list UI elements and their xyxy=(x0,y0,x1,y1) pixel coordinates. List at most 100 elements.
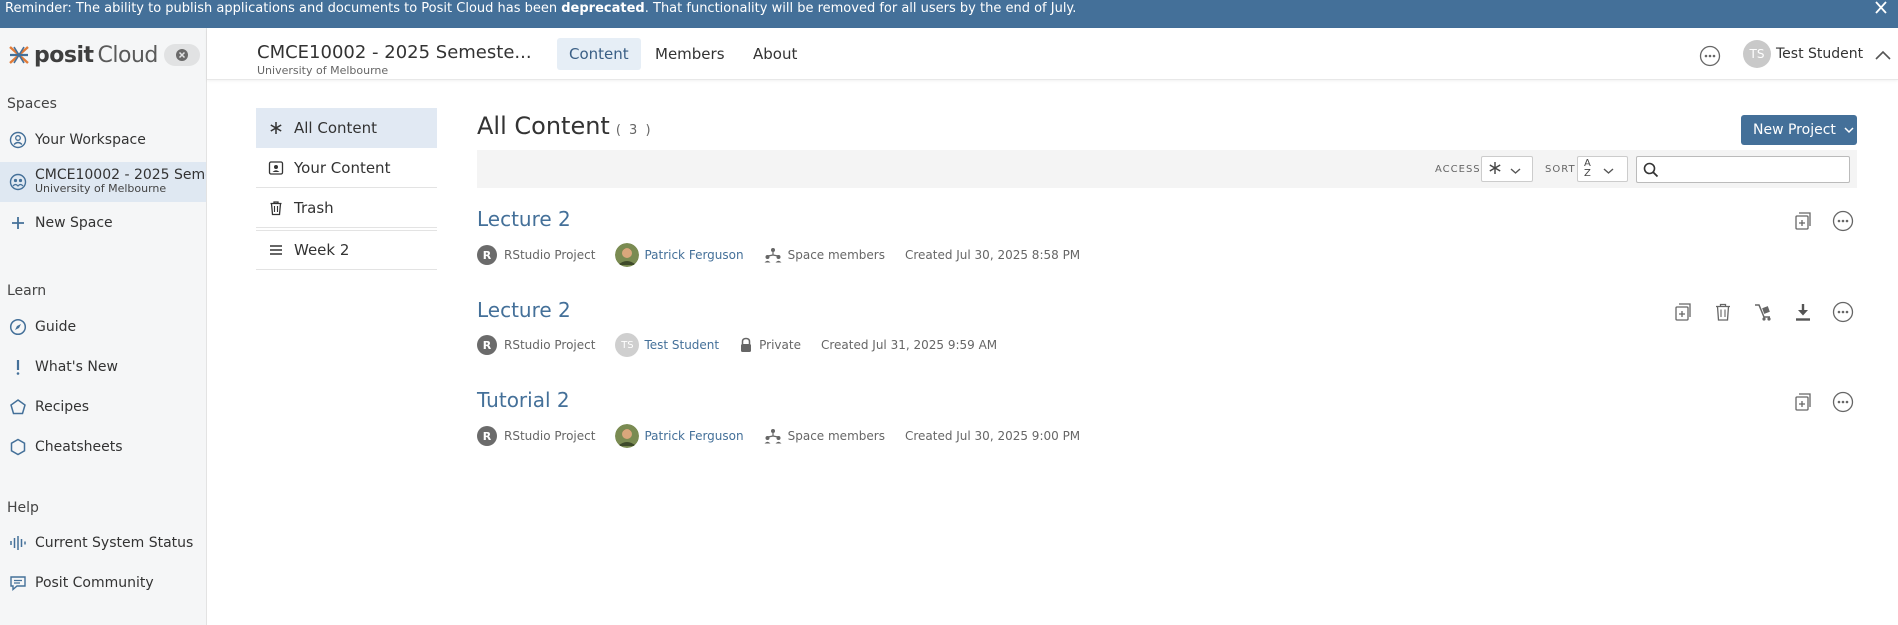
banner-text-bold: deprecated xyxy=(561,1,645,16)
list-icon xyxy=(268,242,284,258)
project-access: Private xyxy=(759,338,801,352)
group-space-icon xyxy=(9,173,27,191)
chevron-down-icon xyxy=(1844,122,1854,138)
project-row[interactable]: Lecture 2 R RStudio Project TS Test Stud… xyxy=(477,298,1857,357)
sort-label: SORT xyxy=(1545,164,1576,175)
sort-select[interactable]: A Z xyxy=(1577,156,1628,182)
spaces-heading: Spaces xyxy=(7,96,57,112)
sidebar-item-label: Guide xyxy=(35,319,77,335)
project-access: Space members xyxy=(787,429,885,443)
pentagon-icon xyxy=(9,398,27,416)
access-label: ACCESS xyxy=(1435,164,1481,175)
project-name-link[interactable]: Tutorial 2 xyxy=(477,388,1857,412)
tab-content[interactable]: Content xyxy=(557,38,641,70)
filter-label: All Content xyxy=(294,119,378,137)
filter-all-content[interactable]: All Content xyxy=(256,108,437,148)
sidebar-item-guide[interactable]: Guide xyxy=(0,308,206,346)
sidebar-item-current-space[interactable]: CMCE10002 - 2025 Semester 2University of… xyxy=(0,162,206,202)
user-avatar[interactable]: TS xyxy=(1743,40,1771,68)
help-heading: Help xyxy=(7,500,39,516)
project-name-link[interactable]: Lecture 2 xyxy=(477,207,1857,231)
owner-initials-avatar: TS xyxy=(615,333,640,357)
download-icon[interactable] xyxy=(1789,298,1817,326)
banner-text-suffix: . That functionality will be removed for… xyxy=(644,1,1077,16)
sidebar-item-label: New Space xyxy=(35,215,113,231)
banner-text-prefix: Reminder: The ability to publish applica… xyxy=(5,1,562,16)
sidebar-item-community[interactable]: Posit Community xyxy=(0,564,206,602)
copy-icon[interactable] xyxy=(1669,298,1697,326)
sidebar: posit Cloud Spaces Your Workspace CMCE10… xyxy=(0,28,207,625)
owner-photo-avatar xyxy=(615,243,640,267)
deprecation-banner: Reminder: The ability to publish applica… xyxy=(0,0,1898,28)
filter-week-2[interactable]: Week 2 xyxy=(256,230,437,270)
project-created: Created Jul 31, 2025 9:59 AM xyxy=(820,338,998,352)
content-count: ( 3 ) xyxy=(615,123,653,138)
project-row[interactable]: Tutorial 2 R RStudio Project Patrick Fer… xyxy=(477,388,1857,448)
more-icon[interactable] xyxy=(1829,207,1857,235)
project-created: Created Jul 30, 2025 8:58 PM xyxy=(904,248,1081,262)
sidebar-close-button[interactable] xyxy=(164,44,200,66)
chat-icon xyxy=(9,574,27,592)
group-access-icon xyxy=(764,247,782,263)
filter-trash[interactable]: Trash xyxy=(256,188,437,228)
move-icon[interactable] xyxy=(1749,298,1777,326)
project-row[interactable]: Lecture 2 R RStudio Project Patrick Ferg… xyxy=(477,207,1857,267)
more-icon[interactable] xyxy=(1829,298,1857,326)
tab-about[interactable]: About xyxy=(741,38,809,70)
sidebar-item-label: Current System Status xyxy=(35,535,194,551)
rstudio-badge-icon: R xyxy=(477,426,497,446)
sidebar-item-label: Cheatsheets xyxy=(35,439,123,455)
sort-az-bottom: Z xyxy=(1584,168,1591,179)
search-input[interactable] xyxy=(1665,160,1845,179)
space-org: University of Melbourne xyxy=(35,182,167,195)
content-title: All Content ( 3 ) xyxy=(477,112,653,140)
owner-name-link[interactable]: Test Student xyxy=(644,338,719,352)
sidebar-item-recipes[interactable]: Recipes xyxy=(0,388,206,426)
chevron-down-icon xyxy=(1510,160,1521,179)
filter-your-content[interactable]: Your Content xyxy=(256,148,437,188)
header-more-icon[interactable] xyxy=(1699,45,1721,71)
project-meta: R RStudio Project TS Test Student Privat… xyxy=(477,333,997,357)
content-filter-nav: All Content Your Content Trash Week 2 xyxy=(256,108,437,270)
space-title: CMCE10002 - 2025 Semeste... xyxy=(257,42,532,63)
hexagon-icon xyxy=(9,438,27,456)
sidebar-item-your-workspace[interactable]: Your Workspace xyxy=(0,121,206,159)
sidebar-item-cheatsheets[interactable]: Cheatsheets xyxy=(0,428,206,466)
owner-name-link[interactable]: Patrick Ferguson xyxy=(644,248,743,262)
new-space-button[interactable]: New Space xyxy=(0,204,206,242)
asterisk-icon xyxy=(1488,160,1502,179)
chevron-down-icon xyxy=(1603,160,1614,179)
project-meta: R RStudio Project Patrick Ferguson Space… xyxy=(477,424,1080,448)
owner-name-link[interactable]: Patrick Ferguson xyxy=(644,429,743,443)
sidebar-item-whats-new[interactable]: What's New xyxy=(0,348,206,386)
filter-label: Your Content xyxy=(294,158,391,177)
content-title-text: All Content xyxy=(477,112,610,140)
learn-heading: Learn xyxy=(7,283,47,299)
compass-icon xyxy=(9,318,27,336)
posit-cloud-logo[interactable]: posit Cloud xyxy=(7,41,158,69)
close-circle-icon xyxy=(176,49,188,61)
sidebar-item-label: Recipes xyxy=(35,399,90,415)
project-name-link[interactable]: Lecture 2 xyxy=(477,298,1857,322)
filter-label: Week 2 xyxy=(294,241,350,259)
access-filter-select[interactable] xyxy=(1481,156,1533,182)
project-actions xyxy=(1657,298,1857,326)
copy-icon[interactable] xyxy=(1789,388,1817,416)
search-box[interactable] xyxy=(1636,156,1850,183)
tab-members[interactable]: Members xyxy=(643,38,737,70)
new-project-button[interactable]: New Project xyxy=(1741,115,1857,145)
rstudio-badge-icon: R xyxy=(477,245,497,265)
trash-icon[interactable] xyxy=(1709,298,1737,326)
sidebar-item-system-status[interactable]: Current System Status xyxy=(0,524,206,562)
project-type: RStudio Project xyxy=(504,429,596,443)
content-toolbar: ACCESS SORT A Z xyxy=(477,150,1857,188)
asterisk-icon xyxy=(268,120,284,136)
more-icon[interactable] xyxy=(1829,388,1857,416)
chevron-up-icon[interactable] xyxy=(1874,46,1892,65)
user-name[interactable]: Test Student xyxy=(1776,46,1863,62)
copy-icon[interactable] xyxy=(1789,207,1817,235)
sidebar-item-label: What's New xyxy=(35,359,118,375)
banner-close-icon[interactable] xyxy=(1872,0,1892,18)
posit-logo-icon xyxy=(9,46,29,64)
waveform-icon xyxy=(9,534,27,552)
